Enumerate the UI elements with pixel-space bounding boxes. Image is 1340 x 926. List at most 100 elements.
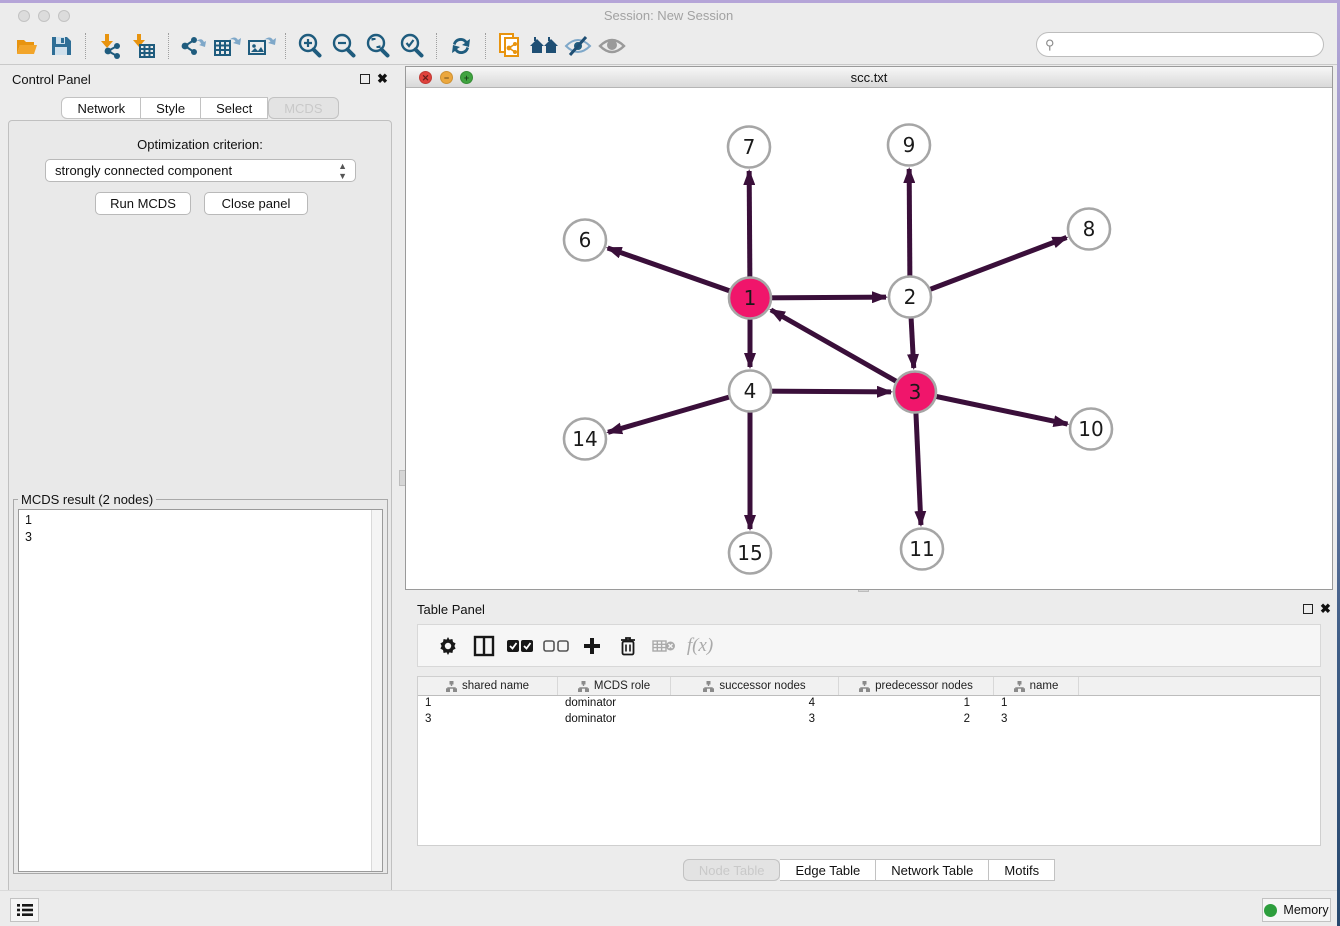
- run-mcds-button[interactable]: Run MCDS: [95, 192, 191, 215]
- tab-select[interactable]: Select: [201, 97, 268, 119]
- graph-node-2[interactable]: 2: [889, 277, 931, 318]
- graph-node-1[interactable]: 1: [729, 278, 771, 319]
- tab-edge-table[interactable]: Edge Table: [780, 859, 876, 881]
- svg-text:6: 6: [579, 228, 592, 252]
- deselect-all-icon[interactable]: [538, 631, 574, 661]
- column-header-successor-nodes[interactable]: successor nodes: [671, 677, 839, 695]
- table-row[interactable]: 1dominator411: [418, 696, 1320, 712]
- edge-1-6[interactable]: [608, 248, 750, 298]
- search-input[interactable]: [1059, 35, 1323, 55]
- table-toolbar: f(x): [417, 624, 1321, 667]
- show-column-panel-icon[interactable]: [466, 631, 502, 661]
- table-cell[interactable]: dominator: [558, 696, 671, 712]
- graph-node-7[interactable]: 7: [728, 127, 770, 168]
- zoom-fit-icon[interactable]: [361, 31, 395, 61]
- add-column-icon[interactable]: [574, 631, 610, 661]
- table-close-panel-icon[interactable]: ✖: [1320, 601, 1331, 617]
- edge-2-8[interactable]: [910, 238, 1067, 297]
- list-icon: [17, 903, 33, 917]
- table-cell[interactable]: 1: [994, 696, 1079, 712]
- select-stepper-icon: ▲▼: [338, 161, 347, 181]
- duplicate-network-icon[interactable]: [493, 31, 527, 61]
- memory-button[interactable]: Memory: [1262, 898, 1331, 922]
- import-table-icon[interactable]: [127, 31, 161, 61]
- tab-network[interactable]: Network: [61, 97, 141, 119]
- refresh-icon[interactable]: [444, 31, 478, 61]
- table-cell[interactable]: 1: [839, 696, 994, 712]
- zoom-in-icon[interactable]: [293, 31, 327, 61]
- mcds-result-title: MCDS result (2 nodes): [18, 492, 156, 507]
- tab-motifs[interactable]: Motifs: [989, 859, 1055, 881]
- close-panel-button[interactable]: Close panel: [204, 192, 308, 215]
- graph-node-15[interactable]: 15: [729, 533, 771, 574]
- table-float-panel-icon[interactable]: [1303, 604, 1313, 614]
- column-header-predecessor-nodes[interactable]: predecessor nodes: [839, 677, 994, 695]
- graph-node-14[interactable]: 14: [564, 419, 606, 460]
- export-image-icon[interactable]: [244, 31, 278, 61]
- search-field[interactable]: ⚲: [1036, 32, 1324, 57]
- table-panel: Table Panel ✖ f(x) shared nameMCDS roles…: [405, 596, 1333, 890]
- search-icon: ⚲: [1045, 37, 1055, 53]
- memory-label: Memory: [1283, 903, 1328, 917]
- svg-text:3: 3: [909, 380, 922, 404]
- graph-node-9[interactable]: 9: [888, 125, 930, 166]
- toolbar-separator: [485, 33, 486, 59]
- settings-gear-icon[interactable]: [430, 631, 466, 661]
- control-panel-header: Control Panel ✖: [0, 66, 400, 94]
- optimization-criterion-label: Optimization criterion:: [9, 137, 391, 152]
- table-cell[interactable]: 4: [671, 696, 839, 712]
- graph-node-11[interactable]: 11: [901, 529, 943, 570]
- edge-3-1[interactable]: [771, 310, 915, 392]
- column-header-name[interactable]: name: [994, 677, 1079, 695]
- hide-graphics-details-icon[interactable]: [561, 31, 595, 61]
- column-header-MCDS-role[interactable]: MCDS role: [558, 677, 671, 695]
- table-row[interactable]: 3dominator323: [418, 712, 1320, 728]
- status-bar: Memory: [0, 890, 1337, 926]
- save-session-icon[interactable]: [44, 31, 78, 61]
- tab-network-table[interactable]: Network Table: [876, 859, 989, 881]
- criterion-select[interactable]: strongly connected component ▲▼: [45, 159, 356, 182]
- float-panel-icon[interactable]: [360, 74, 370, 84]
- graph-node-8[interactable]: 8: [1068, 209, 1110, 250]
- delete-column-icon[interactable]: [646, 631, 682, 661]
- apply-function-icon[interactable]: f(x): [682, 631, 718, 661]
- graph-node-4[interactable]: 4: [729, 371, 771, 412]
- tab-node-table[interactable]: Node Table: [683, 859, 781, 881]
- tab-mcds[interactable]: MCDS: [268, 97, 338, 119]
- table-cell[interactable]: 3: [994, 712, 1079, 728]
- tab-style[interactable]: Style: [141, 97, 201, 119]
- network-canvas[interactable]: 7 9 6 8 1 2 4 3 14 10 15 11: [406, 88, 1332, 589]
- result-scrollbar[interactable]: [371, 510, 382, 871]
- table-cell[interactable]: 1: [418, 696, 558, 712]
- graph-node-3[interactable]: 3: [894, 372, 936, 413]
- table-cell[interactable]: dominator: [558, 712, 671, 728]
- svg-text:2: 2: [904, 285, 917, 309]
- delete-entries-icon[interactable]: [610, 631, 646, 661]
- zoom-out-icon[interactable]: [327, 31, 361, 61]
- home-layout-icon[interactable]: [527, 31, 561, 61]
- svg-text:4: 4: [744, 379, 757, 403]
- table-cell[interactable]: 3: [671, 712, 839, 728]
- mcds-result-text: 1 3: [19, 510, 382, 546]
- column-header-shared-name[interactable]: shared name: [418, 677, 558, 695]
- mcds-result-fieldset: MCDS result (2 nodes) 1 3: [13, 492, 388, 874]
- mcds-result-area[interactable]: 1 3: [18, 509, 383, 872]
- zoom-selected-icon[interactable]: [395, 31, 429, 61]
- select-all-icon[interactable]: [502, 631, 538, 661]
- close-panel-icon[interactable]: ✖: [377, 71, 388, 87]
- edge-3-10[interactable]: [915, 392, 1068, 424]
- task-history-button[interactable]: [10, 898, 39, 922]
- table-cell[interactable]: 3: [418, 712, 558, 728]
- toolbar-separator: [285, 33, 286, 59]
- open-session-icon[interactable]: [10, 31, 44, 61]
- network-window-titlebar[interactable]: ✕ − + scc.txt: [406, 67, 1332, 88]
- network-graph[interactable]: 7 9 6 8 1 2 4 3 14 10 15 11: [406, 88, 1332, 589]
- birdseye-view-icon[interactable]: [595, 31, 629, 61]
- toolbar-separator: [85, 33, 86, 59]
- graph-node-6[interactable]: 6: [564, 220, 606, 261]
- graph-node-10[interactable]: 10: [1070, 409, 1112, 450]
- export-network-icon[interactable]: [176, 31, 210, 61]
- table-cell[interactable]: 2: [839, 712, 994, 728]
- import-network-icon[interactable]: [93, 31, 127, 61]
- export-table-icon[interactable]: [210, 31, 244, 61]
